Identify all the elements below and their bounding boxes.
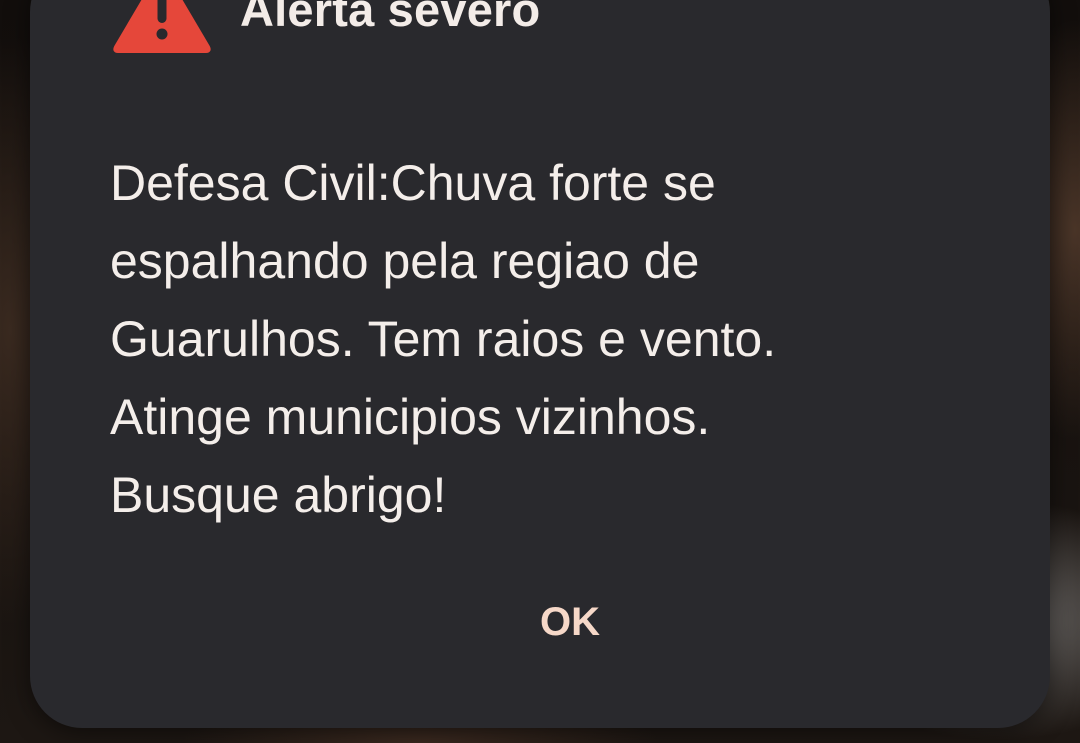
- warning-icon: [113, 0, 211, 53]
- ok-button[interactable]: OK: [500, 588, 640, 656]
- alert-header: Alerta severo: [112, 0, 540, 54]
- alert-dialog: Alerta severo Defesa Civil:Chuva forte s…: [30, 0, 1050, 728]
- alert-title: Alerta severo: [240, 0, 541, 36]
- alert-message: Defesa Civil:Chuva forte se espalhando p…: [110, 155, 777, 523]
